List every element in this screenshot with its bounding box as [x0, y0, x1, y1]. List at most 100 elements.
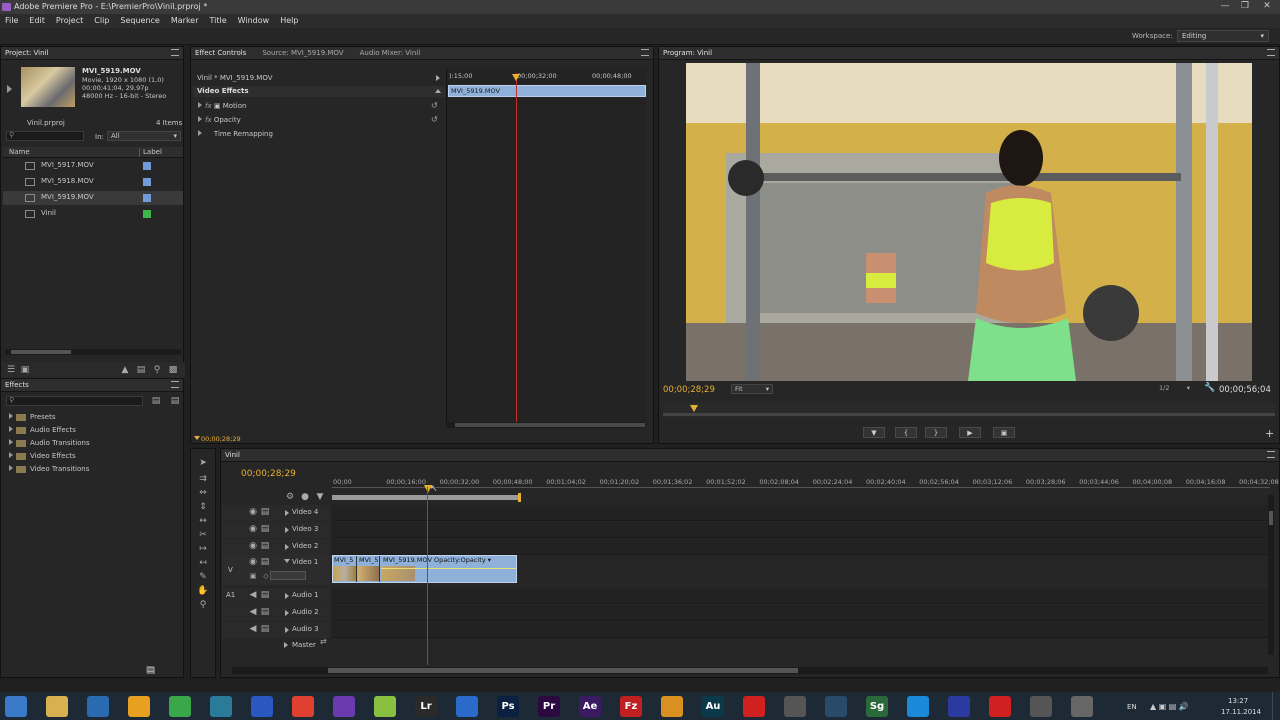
- taskbar-app-fz-icon[interactable]: Fz: [620, 696, 642, 717]
- marker-icon[interactable]: ▼: [314, 491, 326, 503]
- menu-item-window[interactable]: Window: [238, 14, 270, 28]
- language-indicator[interactable]: EN: [1127, 703, 1137, 711]
- menu-item-file[interactable]: File: [5, 14, 18, 28]
- eye-icon[interactable]: ◉: [247, 523, 259, 535]
- project-search-input[interactable]: ⚲: [6, 131, 84, 141]
- work-area-end-handle[interactable]: [518, 493, 521, 502]
- zoom-tool-icon[interactable]: ⚲: [197, 599, 209, 611]
- tab-effect-controls[interactable]: Effect Controls: [195, 47, 246, 59]
- lock-icon[interactable]: ▤: [259, 623, 271, 635]
- slide-tool-icon[interactable]: ↤: [197, 557, 209, 569]
- rate-stretch-tool-icon[interactable]: ↔: [197, 515, 209, 527]
- expand-track-icon[interactable]: [285, 527, 289, 533]
- panel-menu-icon[interactable]: [171, 381, 179, 388]
- expand-track-icon[interactable]: [284, 642, 288, 648]
- v-source-label[interactable]: V: [228, 566, 233, 574]
- set-marker-icon[interactable]: ●: [299, 491, 311, 503]
- fit-dropdown[interactable]: Fit ▾: [731, 384, 773, 394]
- project-item[interactable]: Vinil: [3, 207, 183, 221]
- new-item-icon[interactable]: ▩: [167, 364, 179, 376]
- effects-folder-audio-transitions[interactable]: Audio Transitions: [9, 439, 90, 447]
- expand-icon[interactable]: [9, 439, 13, 445]
- ec-clip-bar[interactable]: MVI_5919.MOV: [448, 85, 646, 97]
- label-color-swatch[interactable]: [143, 194, 151, 202]
- bin-icon[interactable]: ▤: [135, 364, 147, 376]
- taskbar-app-yandex-icon[interactable]: [743, 696, 765, 717]
- col-name[interactable]: Name: [9, 148, 30, 156]
- effects-folder-audio-effects[interactable]: Audio Effects: [9, 426, 76, 434]
- project-item[interactable]: MVI_5918.MOV: [3, 175, 183, 189]
- master-goto-icon[interactable]: ⇄: [320, 637, 327, 646]
- taskbar-app-globe-icon[interactable]: [456, 696, 478, 717]
- video-clip[interactable]: MVI_5: [358, 556, 380, 582]
- effects-folder-video-effects[interactable]: Video Effects: [9, 452, 76, 460]
- slip-tool-icon[interactable]: ↦: [197, 543, 209, 555]
- minimize-button[interactable]: —: [1216, 0, 1234, 14]
- speaker-icon[interactable]: ◀: [247, 623, 259, 635]
- a-source-label[interactable]: A1: [226, 591, 235, 599]
- tab-source[interactable]: Source: MVI_5919.MOV: [262, 47, 343, 59]
- taskbar-app-au-icon[interactable]: Au: [702, 696, 724, 717]
- expand-track-icon[interactable]: [285, 544, 289, 550]
- clock-date[interactable]: 17.11.2014: [1221, 708, 1261, 716]
- speaker-icon[interactable]: ◀: [247, 589, 259, 601]
- 32bit-effects-icon[interactable]: ▤: [169, 395, 181, 407]
- expand-track-icon[interactable]: [285, 627, 289, 633]
- track-lane[interactable]: [332, 622, 1268, 638]
- tab-audio-mixer[interactable]: Audio Mixer: Vinil: [360, 47, 421, 59]
- speaker-icon[interactable]: ◀: [247, 606, 259, 618]
- razor-tool-icon[interactable]: ✂: [197, 529, 209, 541]
- work-area-bar[interactable]: [332, 495, 520, 500]
- taskbar-app-chrome-icon[interactable]: [292, 696, 314, 717]
- mark-in-button[interactable]: {: [895, 427, 917, 438]
- taskbar-app-skype-icon[interactable]: [907, 696, 929, 717]
- project-scrollbar[interactable]: [5, 349, 181, 355]
- wrench-icon[interactable]: 🔧: [1204, 383, 1215, 393]
- taskbar-app-explorer-icon[interactable]: [46, 696, 68, 717]
- expand-icon[interactable]: [9, 465, 13, 471]
- lock-icon[interactable]: ▤: [259, 523, 271, 535]
- expand-icon[interactable]: [9, 452, 13, 458]
- ec-expand-icon[interactable]: [436, 75, 440, 81]
- expand-icon[interactable]: [9, 413, 13, 419]
- find-icon[interactable]: ⚲: [151, 364, 163, 376]
- video-clip-selected[interactable]: MVI_5919.MOV Opacity:Opacity ▾: [381, 556, 516, 582]
- rolling-edit-tool-icon[interactable]: ⇕: [197, 501, 209, 513]
- program-timecode[interactable]: 00;00;28;29: [663, 385, 715, 395]
- label-color-swatch[interactable]: [143, 162, 151, 170]
- taskbar-app-app4-icon[interactable]: [825, 696, 847, 717]
- tab-program[interactable]: Program: Vinil: [663, 47, 712, 59]
- taskbar-app-app-icon[interactable]: [128, 696, 150, 717]
- add-marker-button[interactable]: ▼: [863, 427, 885, 438]
- expand-icon[interactable]: [9, 426, 13, 432]
- panel-menu-icon[interactable]: [171, 49, 179, 56]
- effect-motion[interactable]: fx ▣ Motion: [198, 102, 246, 110]
- menu-item-help[interactable]: Help: [280, 14, 298, 28]
- tray-icons[interactable]: ▲ ▣ ▤ 🔊: [1150, 702, 1189, 711]
- in-filter-dropdown[interactable]: All ▾: [107, 131, 181, 141]
- tab-project[interactable]: Project: Vinil: [5, 47, 48, 59]
- quality-dropdown[interactable]: 1/2 ▾: [1159, 384, 1193, 394]
- expand-track-icon[interactable]: [285, 610, 289, 616]
- tab-sequence-vinil[interactable]: Vinil: [225, 449, 240, 461]
- collapse-icon[interactable]: [435, 89, 441, 93]
- eye-icon[interactable]: ◉: [247, 506, 259, 518]
- reset-icon[interactable]: ↺: [431, 115, 438, 124]
- project-item[interactable]: MVI_5919.MOV: [3, 191, 183, 205]
- eye-icon[interactable]: ◉: [247, 556, 259, 568]
- taskbar-app-app5-icon[interactable]: [948, 696, 970, 717]
- menu-item-clip[interactable]: Clip: [94, 14, 109, 28]
- effects-folder-video-transitions[interactable]: Video Transitions: [9, 465, 89, 473]
- eye-icon[interactable]: ◉: [247, 540, 259, 552]
- menu-item-sequence[interactable]: Sequence: [120, 14, 159, 28]
- taskbar-app-tool-icon[interactable]: [210, 696, 232, 717]
- automate-icon[interactable]: ▲: [119, 364, 131, 376]
- taskbar-app-sg-icon[interactable]: Sg: [866, 696, 888, 717]
- lock-icon[interactable]: ▤: [259, 606, 271, 618]
- timeline-v-scrollbar[interactable]: [1268, 495, 1274, 655]
- taskbar-app-app2-icon[interactable]: [661, 696, 683, 717]
- video-clip[interactable]: MVI_5: [333, 556, 357, 582]
- effects-search-input[interactable]: ⚲: [6, 396, 143, 406]
- track-lane[interactable]: [332, 605, 1268, 621]
- lock-icon[interactable]: ▤: [259, 506, 271, 518]
